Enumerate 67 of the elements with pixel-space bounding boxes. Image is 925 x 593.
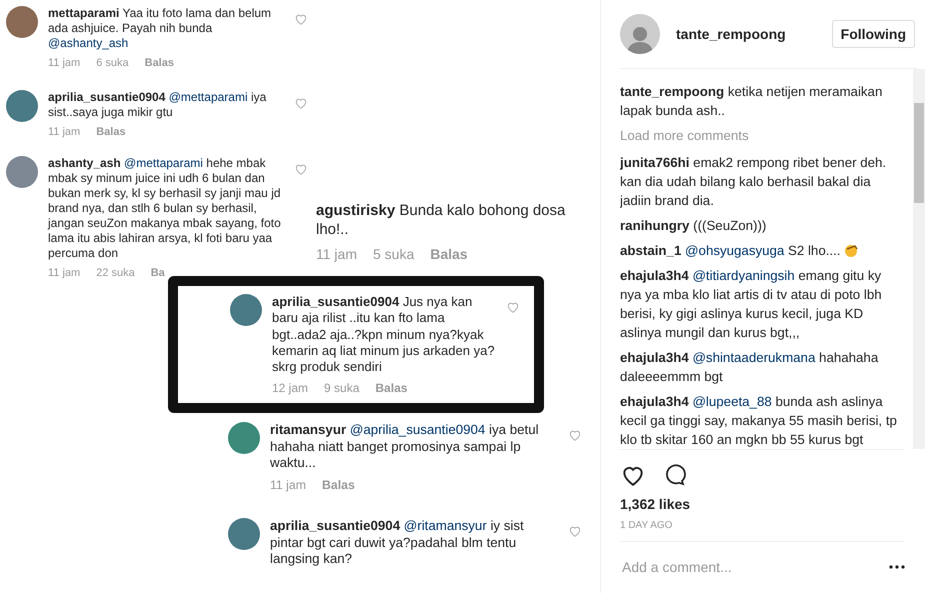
mention-link[interactable]: @titiardyaningsih: [692, 268, 795, 283]
scrollbar[interactable]: [913, 68, 925, 449]
mention-link[interactable]: @aprilia_susantie0904: [350, 422, 486, 437]
mention-link[interactable]: @shintaaderukmana: [692, 350, 816, 365]
username-link[interactable]: ashanty_ash: [48, 156, 121, 170]
comment-text: aprilia_susantie0904 @ritamansyur iy sist pintar bgt cari duwit ya?padahal blm tentu langsing kan?: [270, 518, 525, 568]
comment-text: aprilia_susantie0904 Jus nya kan baru aja rilist ..itu kan fto lama bgt..ada2 aja..?kpn minum nya?kyak kemarin aq liat minum jus arkaden ya?skrg produk sendiri: [272, 294, 496, 376]
comment-text: ehajula3h4 @lupeeta_88 bunda ash aslinya kecil ga tinggi say, makanya 55 masih berisi, tp klo tb skitar 160 an mgkn bb 55 kurus bgt: [620, 392, 898, 449]
comment-text: mettaparami Yaa itu foto lama dan belum ada ashjuice. Payah nih bunda @ashanty_ash: [48, 6, 272, 51]
like-count: 1,362 likes: [620, 496, 692, 512]
heart-icon[interactable]: [568, 524, 582, 538]
comment-text: ehajula3h4 @shintaaderukmana hahahaha daleeeemmm bgt: [620, 348, 880, 386]
comment-time: 11 jam: [316, 246, 357, 262]
username-link[interactable]: ranihungry: [620, 218, 690, 233]
avatar[interactable]: [620, 14, 660, 54]
heart-icon[interactable]: [294, 162, 308, 176]
comment-time: 11 jam: [48, 267, 80, 279]
username-link[interactable]: ehajula3h4: [620, 394, 689, 409]
username-link[interactable]: tante_rempoong: [620, 84, 724, 99]
comment-time: 11 jam: [270, 478, 306, 492]
comment-text: agustirisky Bunda kalo bohong dosa lho!..: [316, 202, 566, 240]
heart-icon[interactable]: [294, 96, 308, 110]
comment-text: aprilia_susantie0904 @mettaparami iya sist..saya juga mikir gtu: [48, 90, 268, 120]
heart-icon[interactable]: [506, 300, 520, 314]
username-link[interactable]: junita766hi: [620, 154, 690, 170]
avatar: [6, 6, 38, 38]
comment-text: junita766hi emak2 rempong ribet bener deh. kan dia udah bilang kalo berhasil bakal dia jadiin brand dia.: [620, 154, 888, 210]
post-date: 1 DAY AGO: [620, 520, 674, 531]
avatar: [228, 518, 260, 550]
following-button[interactable]: Following: [832, 20, 915, 48]
username-link[interactable]: agustirisky: [316, 202, 396, 219]
username-link[interactable]: mettaparami: [48, 6, 120, 20]
username-link[interactable]: aprilia_susantie0904: [272, 294, 400, 309]
more-button[interactable]: [889, 565, 905, 570]
username-link[interactable]: abstain_1: [620, 242, 682, 258]
mention-link[interactable]: @mettaparami: [168, 90, 248, 104]
comment-text: ranihungry (((SeuZon))): [620, 216, 768, 235]
mention-link[interactable]: @ritamansyur: [404, 518, 487, 533]
heart-icon[interactable]: [294, 12, 308, 26]
mention-link[interactable]: @ohsyugasyuga: [685, 242, 784, 258]
comment-text: abstain_1 @ohsyugasyuga S2 lho....: [620, 240, 905, 260]
heart-icon[interactable]: [568, 428, 582, 442]
username-link[interactable]: tante_rempoong: [676, 26, 816, 42]
comment-time: 12 jam: [272, 381, 308, 396]
avatar: [6, 90, 38, 122]
username-link[interactable]: ritamansyur: [270, 422, 346, 437]
comment-text: ehajula3h4 @titiardyaningsih emang gitu ky nya ya mba klo liat artis di tv atau di poto lbh berisi, ky gigi aslinya kurus kecil, juga KD aslinya mungil dan kurus bgt,,,: [620, 266, 883, 342]
like-count: 22 suka: [96, 267, 135, 279]
like-count: 6 suka: [96, 57, 129, 69]
mention-link[interactable]: @ashanty_ash: [48, 36, 128, 50]
comment-time: 11 jam: [48, 57, 80, 69]
mention-link[interactable]: @mettaparami: [124, 156, 203, 170]
avatar: [230, 294, 262, 326]
comment-text: ritamansyur @aprilia_susantie0904 iya betul hahaha niatt banget promosinya sampai lp waktu...: [270, 422, 540, 472]
username-link[interactable]: aprilia_susantie0904: [48, 90, 166, 104]
avatar: [6, 156, 38, 188]
mention-link[interactable]: @lupeeta_88: [692, 394, 772, 409]
username-link[interactable]: ehajula3h4: [620, 268, 689, 283]
like-count: 9 suka: [324, 381, 360, 396]
comment-text: ashanty_ash @mettaparami hehe mbak mbak sy minum juice ini udh 6 bulan dan bukan merk sy, kl sy berhasil sy janji mau jd brand nya, dan stlh 6 bulan sy berhasil, jangan seuZon makanya mbak sayang, foto lama itu abis lahiran arsya, kl foti baru yaa percuma don: [48, 156, 282, 261]
like-count: 5 suka: [372, 246, 414, 262]
more-icon: [889, 565, 905, 570]
username-link[interactable]: ehajula3h4: [620, 350, 689, 365]
username-link[interactable]: aprilia_susantie0904: [270, 518, 400, 533]
avatar: [228, 422, 260, 454]
comment-time: 11 jam: [48, 126, 80, 138]
caption-text: tante_rempoong ketika netijen meramaikan lapak bunda ash..: [620, 82, 884, 120]
